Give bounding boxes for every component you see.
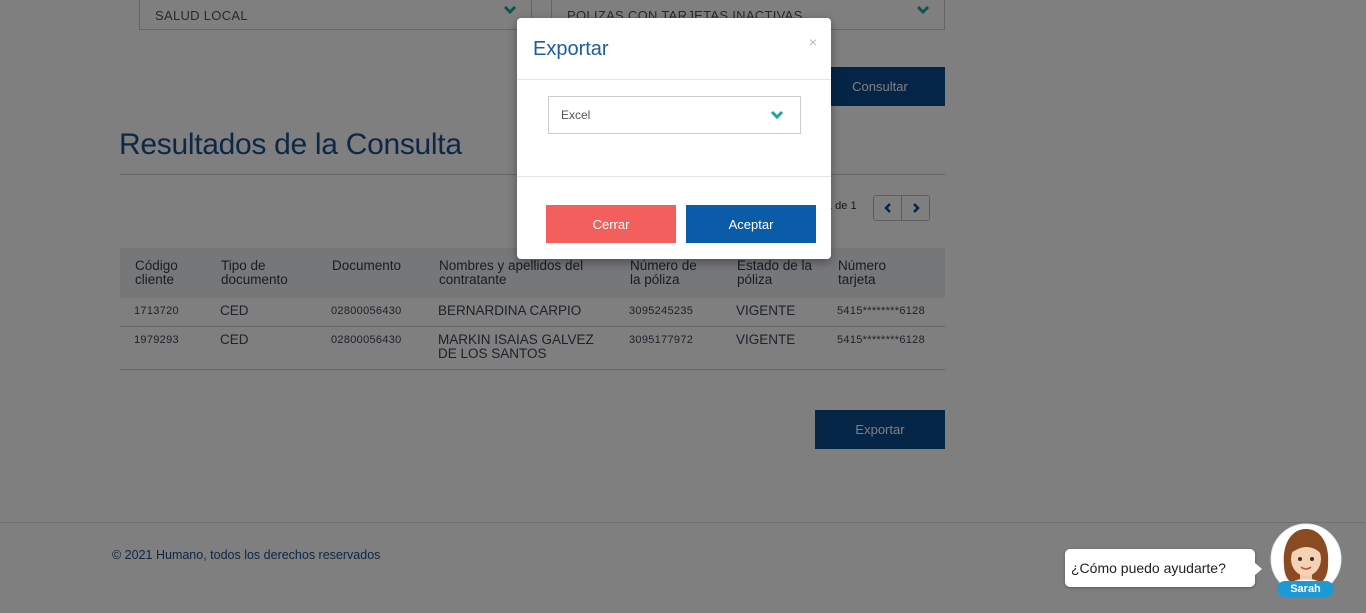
aceptar-button[interactable]: Aceptar: [686, 205, 816, 243]
assistant-name-badge: Sarah: [1277, 581, 1334, 597]
close-icon[interactable]: ×: [809, 34, 817, 50]
modal-title: Exportar: [533, 38, 609, 60]
export-modal: Exportar × Excel Cerrar Aceptar: [517, 18, 831, 259]
cerrar-button[interactable]: Cerrar: [546, 205, 676, 243]
export-format-select[interactable]: Excel: [548, 96, 801, 134]
export-format-value: Excel: [561, 108, 591, 122]
chevron-down-icon: [770, 110, 784, 120]
modal-footer-divider: [517, 176, 831, 177]
chat-prompt-bubble[interactable]: ¿Cómo puedo ayudarte?: [1065, 549, 1262, 587]
modal-header-divider: [517, 79, 831, 80]
